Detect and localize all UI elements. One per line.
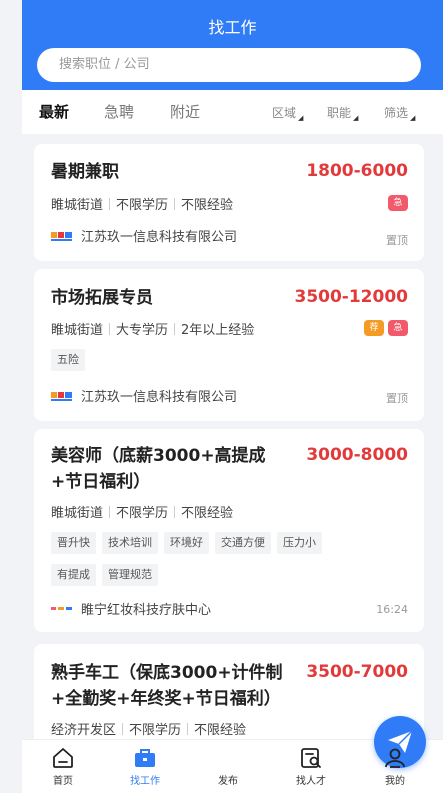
job-location: 睢城街道 — [51, 198, 104, 213]
company-row[interactable]: 睢宁红妆科技疗肤中心 — [51, 599, 211, 618]
tab-nearby[interactable]: 附近 — [170, 101, 200, 122]
job-salary: 3500-12000 — [294, 287, 408, 307]
filter-region[interactable]: 区域 ◢ — [272, 104, 303, 122]
job-experience: 不限经验 — [181, 506, 234, 521]
nav-mine[interactable]: 我的 — [360, 740, 430, 787]
job-title: 熟手车工（保底3000+计件制 +全勤奖+年终奖+节日福利） — [51, 660, 283, 712]
company-logo-icon — [51, 607, 72, 610]
job-meta: 睢城街道 不限学历 不限经验 — [51, 502, 233, 521]
app-header: 找工作 搜索职位 / 公司 — [22, 0, 443, 90]
job-tag: 管理规范 — [102, 564, 158, 586]
job-salary: 1800-6000 — [306, 161, 408, 181]
job-education: 不限学历 — [116, 506, 169, 521]
job-tag: 晋升快 — [51, 532, 96, 554]
nav-mine-label: 我的 — [385, 776, 405, 787]
job-title: 暑期兼职 — [51, 162, 119, 182]
filter-more-label: 筛选 — [384, 106, 409, 120]
company-name: 睢宁红妆科技疗肤中心 — [81, 603, 212, 618]
job-tags: 晋升快 技术培训 环境好 交通方便 压力小 — [51, 531, 328, 554]
briefcase-icon — [135, 749, 155, 767]
job-tag: 五险 — [51, 349, 85, 371]
job-education: 不限学历 — [116, 198, 169, 213]
job-education: 不限学历 — [129, 723, 182, 738]
tab-latest[interactable]: 最新 — [39, 101, 69, 122]
job-tags: 有提成 管理规范 — [51, 563, 164, 586]
company-row[interactable]: 江苏玖一信息科技有限公司 — [51, 386, 237, 405]
triangle-down-icon: ◢ — [353, 114, 359, 122]
job-title: 美容师（底薪3000+高提成 +节日福利） — [51, 443, 266, 495]
job-tag: 压力小 — [277, 532, 322, 554]
job-education: 大专学历 — [116, 323, 169, 338]
home-icon — [53, 748, 73, 768]
job-tag: 技术培训 — [102, 532, 158, 554]
job-location: 经济开发区 — [51, 723, 117, 738]
triangle-down-icon: ◢ — [298, 114, 304, 122]
company-name: 江苏玖一信息科技有限公司 — [81, 390, 238, 405]
company-row[interactable]: 江苏玖一信息科技有限公司 — [51, 226, 237, 245]
job-meta: 睢城街道 不限学历 不限经验 — [51, 194, 233, 213]
job-location: 睢城街道 — [51, 506, 104, 521]
pinned-label: 置顶 — [386, 392, 408, 405]
job-tag: 有提成 — [51, 564, 96, 586]
search-input[interactable]: 搜索职位 / 公司 — [37, 48, 421, 82]
nav-home-label: 首页 — [53, 776, 73, 787]
bottom-nav: 首页 找工作 发布 找人才 我的 — [22, 716, 443, 793]
nav-find-talent[interactable]: 找人才 — [276, 740, 346, 787]
job-experience: 不限经验 — [181, 198, 234, 213]
urgent-badge: 急 — [388, 320, 408, 336]
filter-more[interactable]: 筛选 ◢ — [384, 104, 415, 122]
job-tags: 五险 — [51, 348, 91, 371]
job-salary: 3500-7000 — [306, 662, 408, 682]
post-time: 16:24 — [376, 603, 408, 616]
job-list: 暑期兼职 1800-6000 睢城街道 不限学历 不限经验 急 江苏玖一信息科技有限… — [22, 134, 443, 739]
job-tag: 交通方便 — [215, 532, 271, 554]
pinned-label: 置顶 — [386, 234, 408, 247]
job-card[interactable]: 市场拓展专员 3500-12000 睢城街道 大专学历 2年以上经验 荐 急 五险 … — [34, 269, 424, 421]
nav-find-talent-label: 找人才 — [296, 776, 326, 787]
company-name: 江苏玖一信息科技有限公司 — [81, 230, 238, 245]
filter-region-label: 区域 — [272, 106, 297, 120]
filter-function-label: 职能 — [327, 106, 352, 120]
job-title-line: +节日福利） — [51, 472, 151, 492]
company-logo-icon — [51, 392, 72, 401]
nav-publish-label: 发布 — [218, 776, 238, 787]
job-title-line: 美容师（底薪3000+高提成 — [51, 446, 266, 466]
job-title-line: 熟手车工（保底3000+计件制 — [51, 663, 283, 683]
page-title: 找工作 — [208, 18, 257, 37]
nav-home[interactable]: 首页 — [28, 740, 98, 787]
urgent-badge: 急 — [388, 195, 408, 211]
company-logo-icon — [51, 232, 72, 241]
filter-bar: 最新 急聘 附近 区域 ◢ 职能 ◢ 筛选 ◢ — [22, 90, 443, 134]
job-card[interactable]: 美容师（底薪3000+高提成 +节日福利） 3000-8000 睢城街道 不限学历不… — [34, 429, 424, 632]
find-talent-icon — [301, 748, 321, 768]
filter-function[interactable]: 职能 ◢ — [327, 104, 358, 122]
job-title-line: +全勤奖+年终奖+节日福利） — [51, 689, 281, 709]
user-icon — [385, 748, 405, 768]
recommend-badge: 荐 — [364, 320, 384, 336]
job-experience: 2年以上经验 — [181, 323, 255, 338]
tab-urgent[interactable]: 急聘 — [104, 101, 134, 122]
nav-publish[interactable]: 发布 — [193, 716, 426, 787]
job-title: 市场拓展专员 — [51, 288, 153, 308]
job-meta: 经济开发区 不限学历 不限经验 — [51, 719, 246, 738]
job-salary: 3000-8000 — [306, 445, 408, 465]
job-card[interactable]: 暑期兼职 1800-6000 睢城街道 不限学历 不限经验 急 江苏玖一信息科技有限… — [34, 144, 424, 261]
job-card[interactable]: 熟手车工（保底3000+计件制 +全勤奖+年终奖+节日福利） 3500-7000 … — [34, 644, 424, 739]
nav-find-job-label: 找工作 — [130, 776, 160, 787]
job-meta: 睢城街道 大专学历 2年以上经验 — [51, 319, 254, 338]
triangle-down-icon: ◢ — [410, 114, 416, 122]
job-location: 睢城街道 — [51, 323, 104, 338]
nav-find-job[interactable]: 找工作 — [110, 740, 180, 787]
job-tag: 环境好 — [164, 532, 209, 554]
job-experience: 不限经验 — [194, 723, 247, 738]
